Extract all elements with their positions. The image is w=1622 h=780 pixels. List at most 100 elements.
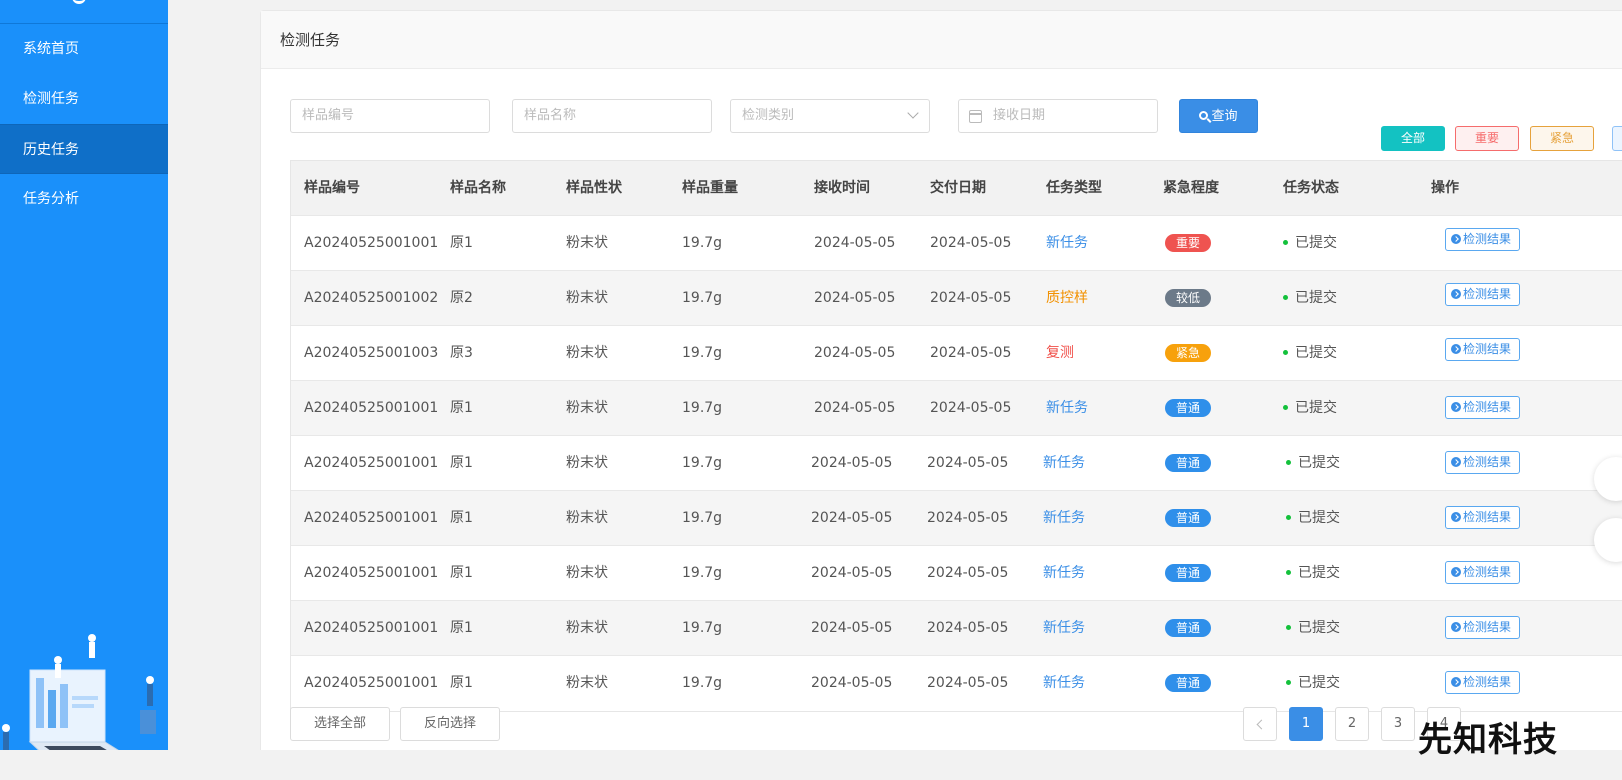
table-row[interactable]: A20240525001001 原1 粉末状 19.7g 2024-05-05 2024-… <box>291 436 1622 491</box>
table-row[interactable]: A20240525001001 原1 粉末状 19.7g 2024-05-05 2024-… <box>291 381 1622 436</box>
quick-tag-button[interactable]: 重要 <box>1455 126 1519 151</box>
cell-task-type: 复测 <box>1046 345 1074 361</box>
urgency-badge: 普通 <box>1165 564 1212 582</box>
urgency-badge: 紧急 <box>1165 344 1212 362</box>
table-row[interactable]: A20240525001001 原1 粉末状 19.7g 2024-05-05 2024-… <box>291 216 1622 271</box>
column-header: 任务类型 <box>1046 180 1102 196</box>
status-text: 已提交 <box>1298 510 1340 526</box>
cell-urgency: 普通 <box>1165 546 1212 601</box>
view-result-button[interactable]: 检测结果 <box>1445 450 1521 474</box>
status-text: 已提交 <box>1295 290 1337 306</box>
sidebar-item[interactable]: 任务分析 <box>0 174 168 224</box>
quick-tag-more[interactable] <box>1612 126 1622 151</box>
sample-name-input[interactable]: 样品名称 <box>512 99 712 133</box>
status-dot-icon <box>1283 294 1288 300</box>
select-all-button[interactable]: 选择全部 <box>290 707 390 741</box>
cell-form: 粉末状 <box>566 675 608 691</box>
page-button[interactable]: 2 <box>1335 707 1369 741</box>
sample-code-placeholder: 样品编号 <box>302 108 355 123</box>
view-result-button[interactable]: 检测结果 <box>1445 227 1521 251</box>
quick-tag-button[interactable]: 紧急 <box>1530 126 1594 151</box>
cell-action: 检测结果 <box>1445 656 1521 711</box>
status-dot-icon <box>1286 624 1291 630</box>
table-row[interactable]: A20240525001003 原3 粉末状 19.7g 2024-05-05 2024-… <box>291 326 1622 381</box>
sidebar-item[interactable]: 检测任务 <box>0 74 168 124</box>
arrow-circle-icon <box>1451 621 1461 632</box>
cell-status: 已提交 <box>1286 546 1340 601</box>
cell-weight: 19.7g <box>682 400 723 416</box>
column-header: 紧急程度 <box>1163 180 1219 196</box>
sample-code-input[interactable]: 样品编号 <box>290 99 490 133</box>
view-result-button[interactable]: 检测结果 <box>1445 505 1521 529</box>
cell-form: 粉末状 <box>566 565 608 581</box>
cell-delivery: 2024-05-05 <box>927 565 1009 581</box>
cell-name: 原1 <box>450 235 473 251</box>
view-result-button[interactable]: 检测结果 <box>1445 282 1521 306</box>
column-header: 交付日期 <box>930 180 986 196</box>
cell-received: 2024-05-05 <box>814 235 896 251</box>
cell-received: 2024-05-05 <box>811 455 893 471</box>
cell-urgency: 普通 <box>1165 656 1212 711</box>
cell-urgency: 普通 <box>1165 601 1212 656</box>
cell-name: 原1 <box>450 510 473 526</box>
calendar-icon <box>969 110 982 123</box>
view-result-label: 检测结果 <box>1463 564 1512 579</box>
view-result-button[interactable]: 检测结果 <box>1445 615 1521 639</box>
cell-name: 原1 <box>450 620 473 636</box>
sidebar-nav: 系统首页 检测任务 历史任务 任务分析 <box>0 24 168 224</box>
page-button[interactable]: 3 <box>1381 707 1415 741</box>
cell-task-type: 质控样 <box>1046 290 1088 306</box>
cell-received: 2024-05-05 <box>811 620 893 636</box>
test-type-select[interactable]: 检测类别 <box>730 99 930 133</box>
cell-code: A20240525001001 <box>304 235 439 251</box>
cell-task-type: 新任务 <box>1043 675 1085 691</box>
table-row[interactable]: A20240525001001 原1 粉末状 19.7g 2024-05-05 2024-… <box>291 546 1622 601</box>
cell-urgency: 重要 <box>1165 216 1212 271</box>
cell-delivery: 2024-05-05 <box>927 620 1009 636</box>
cell-delivery: 2024-05-05 <box>927 675 1009 691</box>
urgency-badge: 普通 <box>1165 619 1212 637</box>
column-header: 样品重量 <box>682 180 738 196</box>
cell-status: 已提交 <box>1283 326 1337 381</box>
cell-weight: 19.7g <box>682 675 723 691</box>
cell-received: 2024-05-05 <box>811 510 893 526</box>
table-row[interactable]: A20240525001001 原1 粉末状 19.7g 2024-05-05 2024-… <box>291 656 1622 711</box>
quick-tag-button[interactable]: 全部 <box>1381 126 1445 151</box>
cell-status: 已提交 <box>1283 381 1337 436</box>
status-dot-icon <box>1283 239 1288 245</box>
cell-name: 原1 <box>450 400 473 416</box>
table-row[interactable]: A20240525001001 原1 粉末状 19.7g 2024-05-05 2024-… <box>291 601 1622 656</box>
cell-task-type: 新任务 <box>1043 620 1085 636</box>
query-button[interactable]: 查询 <box>1179 99 1258 133</box>
cell-status: 已提交 <box>1283 271 1337 326</box>
arrow-circle-icon <box>1451 343 1461 354</box>
cell-code: A20240525001001 <box>304 620 439 636</box>
view-result-button[interactable]: 检测结果 <box>1445 337 1521 361</box>
page-button[interactable]: 1 <box>1289 707 1323 741</box>
table-body: A20240525001001 原1 粉末状 19.7g 2024-05-05 2024-… <box>291 216 1622 711</box>
status-text: 已提交 <box>1295 345 1337 361</box>
urgency-badge: 普通 <box>1165 509 1212 527</box>
invert-selection-button[interactable]: 反向选择 <box>400 707 500 741</box>
cell-task-type: 新任务 <box>1043 455 1085 471</box>
cell-weight: 19.7g <box>682 510 723 526</box>
sidebar-item[interactable]: 历史任务 <box>0 124 168 174</box>
sidebar-item[interactable]: 系统首页 <box>0 24 168 74</box>
cell-task-type: 新任务 <box>1046 235 1088 251</box>
receive-date-picker[interactable]: 接收日期 <box>958 99 1158 133</box>
status-text: 已提交 <box>1295 235 1337 251</box>
urgency-badge: 普通 <box>1165 454 1212 472</box>
view-result-button[interactable]: 检测结果 <box>1445 670 1521 694</box>
cell-action: 检测结果 <box>1445 271 1521 326</box>
view-result-button[interactable]: 检测结果 <box>1445 560 1521 584</box>
table-row[interactable]: A20240525001001 原1 粉末状 19.7g 2024-05-05 2024-… <box>291 491 1622 546</box>
cell-code: A20240525001001 <box>304 675 439 691</box>
prev-page-button[interactable] <box>1243 707 1277 741</box>
view-result-button[interactable]: 检测结果 <box>1445 395 1521 419</box>
cell-code: A20240525001002 <box>304 290 439 306</box>
cell-received: 2024-05-05 <box>814 290 896 306</box>
table-row[interactable]: A20240525001002 原2 粉末状 19.7g 2024-05-05 2024-… <box>291 271 1622 326</box>
column-header: 接收时间 <box>814 180 870 196</box>
search-icon <box>1199 111 1209 120</box>
cell-form: 粉末状 <box>566 400 608 416</box>
